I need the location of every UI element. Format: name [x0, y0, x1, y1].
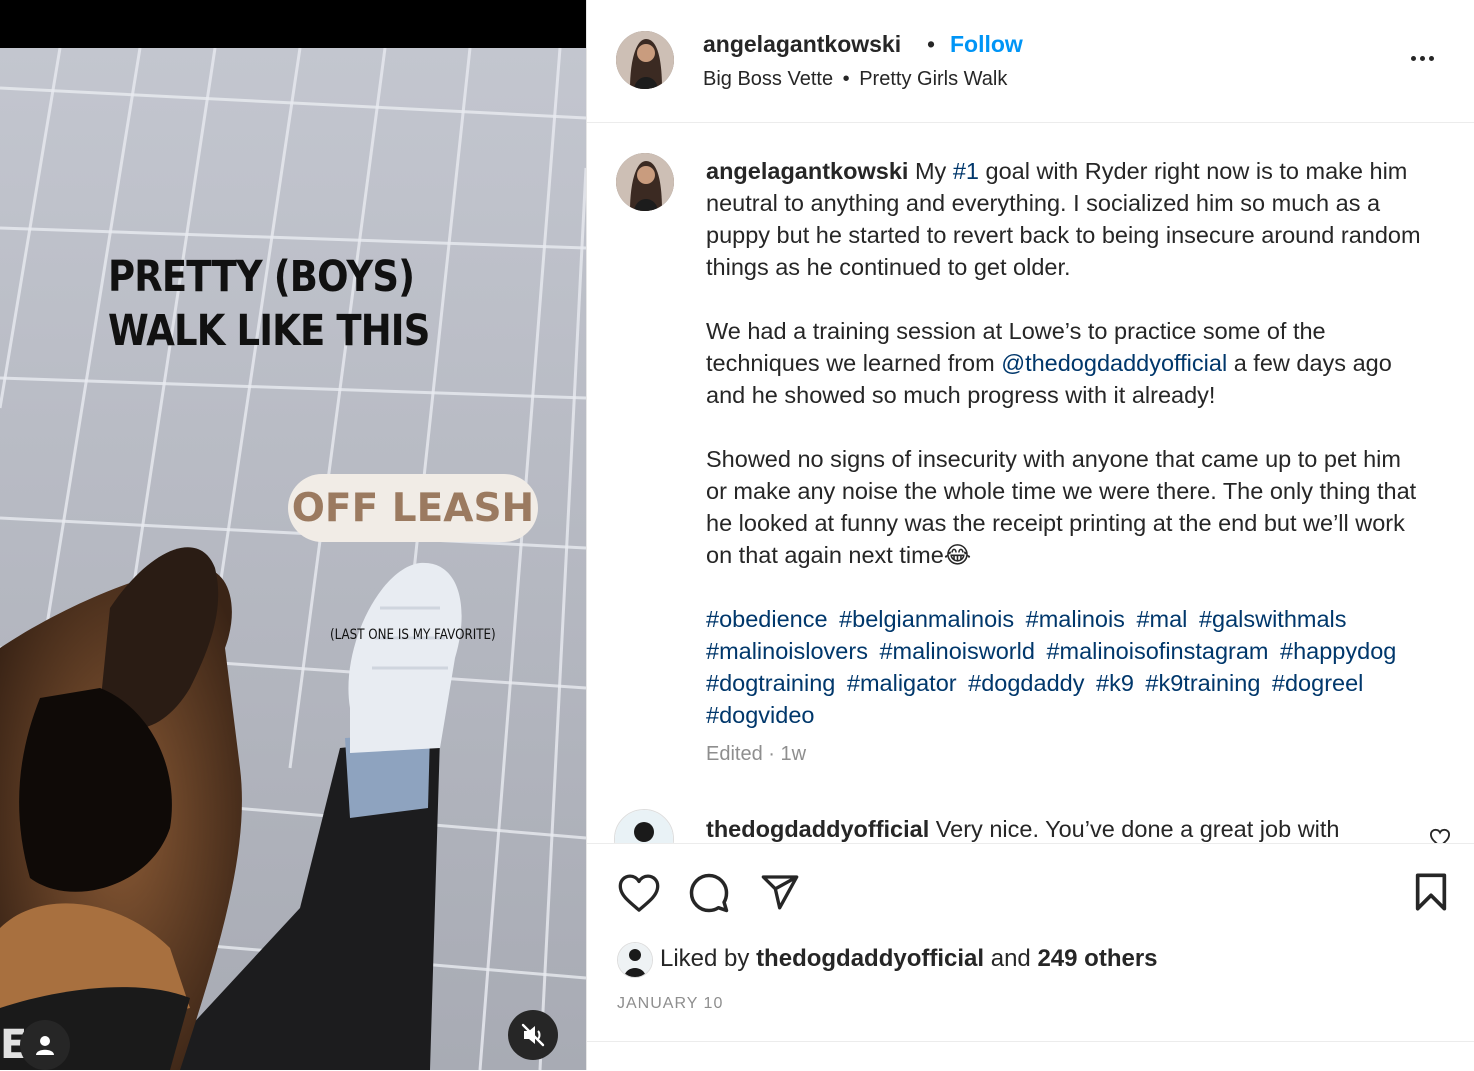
- video-overlay-title: PRETTY (BOYS) WALK LIKE THIS: [108, 250, 452, 358]
- audio-artist[interactable]: Big Boss Vette: [703, 68, 833, 90]
- likes-others[interactable]: 249 others: [1037, 945, 1157, 972]
- avatar-image: [615, 810, 673, 843]
- caption-hashtag[interactable]: #1: [953, 158, 979, 184]
- audio-title[interactable]: Pretty Girls Walk: [859, 68, 1007, 90]
- hashtag-link[interactable]: #malinoisworld: [879, 638, 1034, 664]
- video-frame: ER: [0, 48, 586, 1070]
- hashtag-link[interactable]: #mal: [1136, 606, 1187, 632]
- liker-username[interactable]: thedogdaddyofficial: [756, 945, 984, 972]
- likes-prefix: Liked by: [660, 945, 757, 972]
- hashtag-link[interactable]: #k9training: [1145, 670, 1260, 696]
- comment-text: Very nice. You’ve done a great job with: [929, 816, 1340, 842]
- comment-icon[interactable]: [688, 872, 730, 914]
- caption-text: My: [908, 158, 953, 184]
- caption-paragraph-1: angelagantkowski My #1 goal with Ryder r…: [706, 155, 1426, 283]
- post-caption: angelagantkowski My #1 goal with Ryder r…: [706, 155, 1426, 731]
- comments-scroll-area[interactable]: angelagantkowski My #1 goal with Ryder r…: [587, 123, 1474, 843]
- likes-mid: and: [984, 945, 1038, 972]
- overlay-title-line2: WALK LIKE THIS: [108, 306, 430, 356]
- user-icon: [36, 1036, 54, 1055]
- follow-button[interactable]: Follow: [950, 31, 1023, 58]
- audio-separator: •: [842, 68, 850, 90]
- action-bar: Liked by thedogdaddyofficial and 249 oth…: [587, 843, 1474, 1071]
- media-pane: ER PRETTY (BOYS) WALK LIKE THIS OFF LEAS…: [0, 0, 586, 1070]
- comment-like-icon[interactable]: [1429, 828, 1451, 843]
- caption-mention[interactable]: @thedogdaddyofficial: [1001, 350, 1227, 376]
- likes-summary[interactable]: Liked by thedogdaddyofficial and 249 oth…: [660, 945, 1158, 973]
- more-icon: [1409, 48, 1436, 65]
- hashtag-link[interactable]: #malinoisofinstagram: [1046, 638, 1268, 664]
- caption-paragraph-3: Showed no signs of insecurity with anyon…: [706, 446, 1417, 568]
- hashtag-link[interactable]: #galswithmals: [1199, 606, 1347, 632]
- comment-username[interactable]: thedogdaddyofficial: [706, 816, 929, 842]
- caption-author-avatar[interactable]: [616, 153, 674, 211]
- hashtag-link[interactable]: #dogdaddy: [968, 670, 1084, 696]
- heart-icon[interactable]: [617, 872, 661, 914]
- hashtag-link[interactable]: #maligator: [847, 670, 957, 696]
- header-separator: •: [927, 31, 936, 57]
- hashtag-link[interactable]: #belgianmalinois: [839, 606, 1014, 632]
- bookmark-icon[interactable]: [1413, 872, 1449, 912]
- post-age[interactable]: 1w: [781, 743, 807, 765]
- commenter-avatar[interactable]: [614, 809, 674, 843]
- hashtag-link[interactable]: #happydog: [1280, 638, 1396, 664]
- liker-avatar[interactable]: [617, 942, 653, 978]
- hashtag-link[interactable]: #malinois: [1026, 606, 1125, 632]
- comment-item: thedogdaddyofficial Very nice. You’ve do…: [706, 813, 1426, 843]
- caption-hashtags: #obedience #belgianmalinois #malinois #m…: [706, 603, 1426, 731]
- tagged-users-button[interactable]: [20, 1020, 70, 1070]
- overlay-title-line1: PRETTY (BOYS): [108, 252, 415, 302]
- caption-meta: Edited · 1w: [706, 743, 806, 766]
- hashtag-link[interactable]: #obedience: [706, 606, 828, 632]
- divider: [587, 1041, 1474, 1042]
- edited-label: Edited: [706, 743, 763, 765]
- avatar-image: [616, 31, 674, 89]
- audio-attribution[interactable]: Big Boss Vette • Pretty Girls Walk: [703, 68, 1007, 91]
- share-icon[interactable]: [760, 872, 800, 912]
- hashtag-link[interactable]: #malinoislovers: [706, 638, 868, 664]
- off-leash-pill: OFF LEASH: [288, 474, 538, 542]
- avatar-image: [618, 943, 652, 977]
- author-avatar[interactable]: [616, 31, 674, 89]
- meta-separator: ·: [762, 743, 781, 765]
- hashtag-link[interactable]: #dogvideo: [706, 702, 814, 728]
- post-header: angelagantkowski • Follow Big Boss Vette…: [587, 0, 1474, 123]
- muted-speaker-icon: [521, 1023, 545, 1047]
- caption-paragraph-2: We had a training session at Lowe’s to p…: [706, 315, 1426, 411]
- video-small-caption: (LAST ONE IS MY FAVORITE): [330, 627, 496, 643]
- post-panel: angelagantkowski • Follow Big Boss Vette…: [586, 0, 1474, 1071]
- hashtag-link[interactable]: #k9: [1096, 670, 1134, 696]
- video-player[interactable]: ER PRETTY (BOYS) WALK LIKE THIS OFF LEAS…: [0, 48, 586, 1070]
- author-username[interactable]: angelagantkowski: [703, 31, 901, 58]
- more-options-button[interactable]: [1409, 44, 1445, 74]
- hashtag-link[interactable]: #dogtraining: [706, 670, 835, 696]
- post-date[interactable]: JANUARY 10: [617, 995, 723, 1013]
- avatar-image: [616, 153, 674, 211]
- mute-button[interactable]: [508, 1010, 558, 1060]
- hashtag-link[interactable]: #dogreel: [1272, 670, 1363, 696]
- caption-username[interactable]: angelagantkowski: [706, 158, 908, 184]
